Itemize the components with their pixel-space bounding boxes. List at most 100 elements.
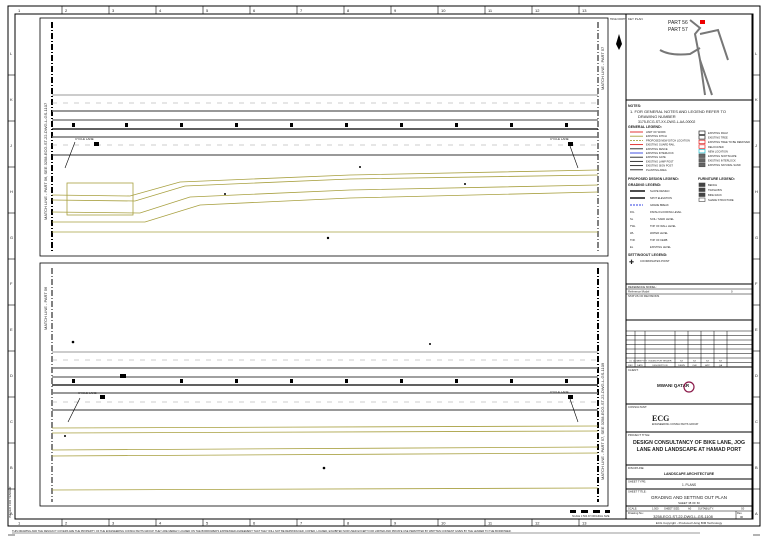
revision-cell: XX (706, 361, 709, 363)
svg-text:ENGINEERING CONSULTANTS GROUP: ENGINEERING CONSULTANTS GROUP (652, 423, 699, 426)
svg-text:PART 56: PART 56 (668, 20, 688, 26)
grid-column-label: 9 (394, 521, 397, 526)
furniture-legend: BENCHTRASH BINBIKE RACKSHADE STRUCTURE (698, 182, 734, 202)
revision-cell: DD/MM/YYYY (633, 361, 647, 363)
disclaimer: THIS DRAWING AND THE DESIGN IT COVERS AR… (12, 529, 512, 533)
svg-text:GENERAL LEGEND:: GENERAL LEGEND: (628, 125, 662, 129)
svg-text:3175-ECG-ST-XX-DWG-L-AA-00002: 3175-ECG-ST-XX-DWG-L-AA-00002 (638, 120, 695, 124)
grid-column-label: 5 (206, 521, 209, 526)
svg-text:GRADING LEGEND:: GRADING LEGEND: (628, 183, 661, 187)
legend-symbol-icon (698, 149, 706, 154)
grid-row-label: C (10, 419, 13, 424)
svg-text:WATER LEVEL: WATER LEVEL (650, 231, 668, 235)
grid-column-label: 8 (347, 521, 350, 526)
furniture-symbol-icon (698, 192, 706, 197)
north-arrow-label: TRUE NORTH (610, 18, 627, 21)
grid-column-label: 6 (253, 8, 256, 13)
grid-column-label: 3 (112, 8, 115, 13)
svg-text:CONSULTANT:: CONSULTANT: (628, 405, 647, 409)
svg-text:00: 00 (740, 515, 744, 519)
legend-symbol-icon (698, 162, 706, 168)
svg-text:GRADING AND SETTING OUT PLAN: GRADING AND SETTING OUT PLAN (651, 495, 727, 500)
svg-text:Reference Model: Reference Model (628, 290, 650, 294)
svg-text:SL: SL (630, 217, 634, 221)
grid-column-label: 10 (441, 521, 446, 526)
grid-column-label: 8 (347, 8, 350, 13)
callout-label: CYCLE LANE (78, 391, 97, 395)
svg-text:TWL: TWL (630, 224, 636, 228)
grid-column-label: 11 (488, 8, 493, 13)
svg-text:1. PLANS: 1. PLANS (682, 483, 696, 487)
grid-row-label: H (755, 189, 758, 194)
grid-row-label: C (755, 419, 758, 424)
north-arrow-icon (616, 34, 622, 50)
svg-text:DISCIPLINE:: DISCIPLINE: (628, 466, 645, 470)
matchline-label: MATCH LINE - PART 57 (600, 46, 605, 90)
svg-text:SHEET TYPE:: SHEET TYPE: (628, 480, 646, 484)
svg-text:DRAWING NUMBER: DRAWING NUMBER (638, 114, 676, 119)
grid-column-label: 12 (535, 521, 540, 526)
grid-column-label: 2 (65, 521, 68, 526)
grid-column-label: 1 (18, 521, 21, 526)
grid-column-label: 13 (582, 8, 587, 13)
grid-column-label: 9 (394, 8, 397, 13)
svg-text:EXISTING TREE: EXISTING TREE (708, 136, 728, 140)
grid-column-label: 2 (65, 8, 68, 13)
revision-cell: 01 (629, 361, 632, 363)
svg-text:SCALE:: SCALE: (628, 507, 638, 511)
svg-text:EXISTING LEVEL: EXISTING LEVEL (650, 245, 671, 249)
svg-text:PROPOSED NEW DITCH LOCATION: PROPOSED NEW DITCH LOCATION (646, 138, 690, 142)
svg-text:SOIL / SAND LEVEL: SOIL / SAND LEVEL (650, 217, 675, 221)
revision-cell: ISSUED FOR TENDER (649, 361, 672, 363)
general-legend-right: EXISTING PALMEXISTING TREEEXISTING TREE … (698, 130, 750, 168)
grid-row-label: J (755, 143, 757, 148)
bottom-plan-panel: MATCH LINE - PART 56 MATCH LINE - PART 5… (39, 262, 609, 507)
drawing-sheet: 1122334455667788991010111112121313L LK KJ J… (7, 5, 761, 536)
grid-row-label: E (10, 327, 13, 332)
coordinate-point-icon: ✚ (629, 259, 634, 266)
svg-text:BIKE RACK: BIKE RACK (708, 193, 722, 197)
consultant-logo: ECG (652, 414, 669, 423)
grid-row-label: B (10, 465, 13, 470)
title-block: KEY PLAN PART 56 PART 57 TRUE NORTH NOTE… (610, 14, 753, 525)
furniture-symbol-icon (698, 182, 706, 187)
svg-text:LANE AND LANDSCAPE AT HAMAD PO: LANE AND LANDSCAPE AT HAMAD PORT (637, 447, 743, 453)
svg-text:S0: S0 (741, 507, 745, 511)
grid-column-label: 10 (441, 8, 446, 13)
svg-text:FURNITURE LEGEND:: FURNITURE LEGEND: (698, 177, 735, 181)
svg-text:REFERENCE MODEL:: REFERENCE MODEL: (628, 285, 657, 289)
svg-text:PROJECT TITLE:: PROJECT TITLE: (628, 433, 650, 437)
grid-row-label: L (10, 51, 13, 56)
svg-text:PLANTING AREA: PLANTING AREA (646, 168, 667, 172)
svg-text:Drawing No.:: Drawing No.: (628, 511, 644, 515)
svg-text:NOTES:: NOTES: (628, 104, 641, 108)
grid-row-label: K (755, 97, 758, 102)
furniture-symbol-icon (698, 187, 706, 192)
furniture-symbol-icon (698, 197, 706, 202)
revision-cell: XX (693, 361, 696, 363)
svg-text:EXISTING DITCH: EXISTING DITCH (646, 134, 667, 138)
key-plan: KEY PLAN PART 56 PART 57 TRUE NORTH (610, 17, 729, 96)
grid-row-label: A (755, 511, 758, 516)
svg-text:EXISTING INTERLOCK: EXISTING INTERLOCK (646, 151, 674, 155)
svg-text:ISSUED FOR TENDER: ISSUED FOR TENDER (8, 486, 12, 518)
svg-text:EXISTING GATE: EXISTING GATE (646, 155, 666, 159)
svg-text:EXISTING FENCE: EXISTING FENCE (646, 147, 668, 151)
grid-row-label: H (10, 189, 13, 194)
svg-text:TRASH BIN: TRASH BIN (708, 188, 722, 192)
top-plan-panel: MATCH LINE - PART 56, SEE 3258-ECG-ST-22… (39, 17, 609, 257)
legend-symbol-icon (698, 158, 706, 163)
svg-text:TOK: TOK (630, 238, 636, 242)
grid-column-label: 7 (300, 521, 303, 526)
grid-row-label: K (10, 97, 13, 102)
svg-text:EXISTING SOFTSCAPE: EXISTING SOFTSCAPE (708, 154, 737, 158)
matchline-label: MATCH LINE - PART 57, SEE 3258-ECG-ST-22… (600, 362, 605, 480)
svg-text:NEW LOCATION: NEW LOCATION (708, 149, 728, 153)
grading-legend: SLOPE DESIGN SPOT ELEVATION GRADE BREAK FFL… (630, 189, 682, 249)
grid-column-label: 4 (159, 521, 162, 526)
svg-text:EXISTING INTERLOCK: EXISTING INTERLOCK (708, 159, 736, 163)
grid-row-label: D (755, 373, 758, 378)
callout-label: CYCLE LANE (550, 390, 569, 394)
svg-text:LIMIT OF WORK: LIMIT OF WORK (646, 130, 666, 134)
svg-text:TOP OF KERB: TOP OF KERB (650, 238, 668, 242)
